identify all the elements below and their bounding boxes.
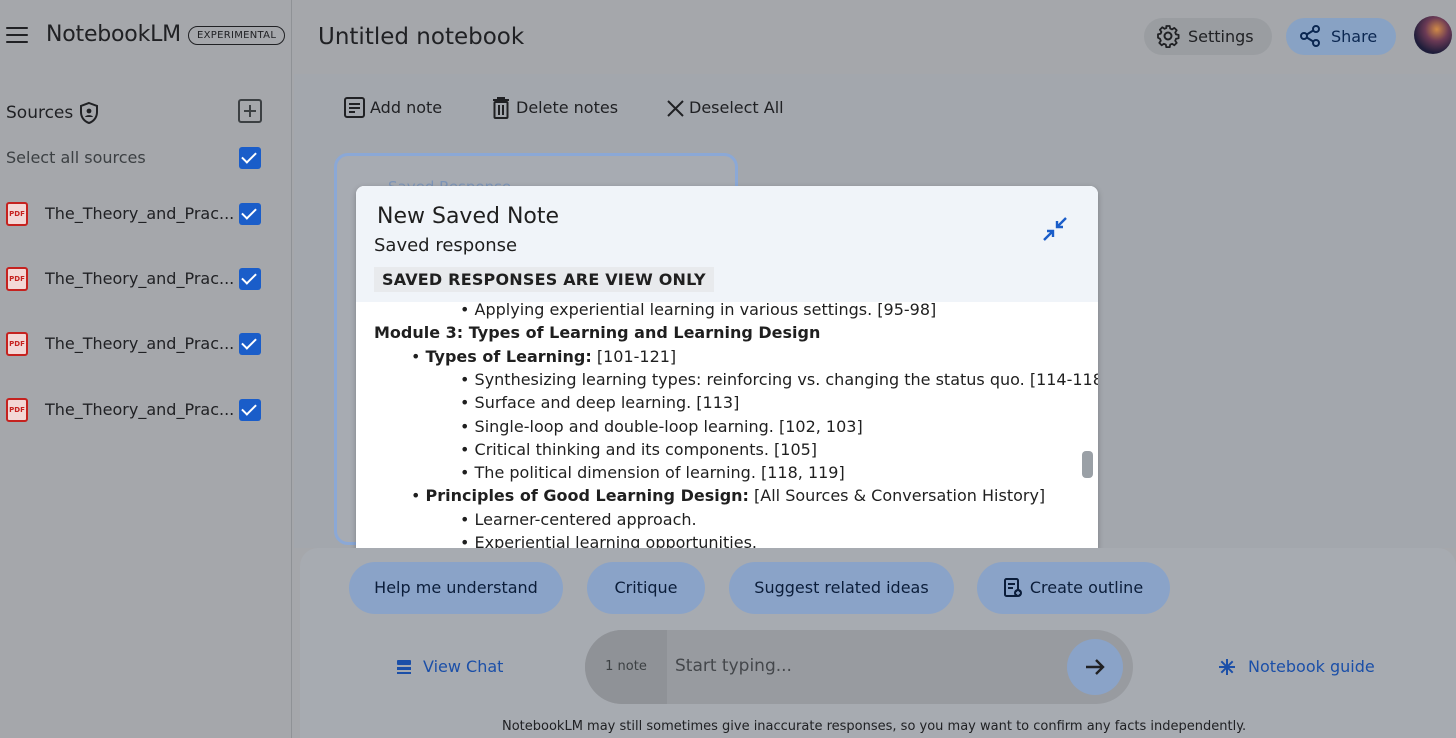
menu-icon[interactable]	[6, 27, 28, 45]
settings-button[interactable]: Settings	[1144, 18, 1272, 55]
sources-heading: Sources	[6, 103, 74, 123]
avatar[interactable]	[1414, 16, 1452, 54]
shield-icon	[80, 101, 98, 125]
source-item[interactable]: PDF The_Theory_and_Prac...	[0, 194, 292, 234]
outline-line-text: [101-121]	[591, 346, 677, 366]
critique-button[interactable]: Critique	[587, 562, 705, 614]
close-icon	[667, 100, 684, 117]
view-only-label: SAVED RESPONSES ARE VIEW ONLY	[374, 267, 714, 292]
bullet: •	[460, 439, 475, 459]
outline-line-text: Single-loop and double-loop learning. [1…	[474, 416, 863, 436]
outline-line-text: Synthesizing learning types: reinforcing…	[474, 369, 1098, 389]
bullet: •	[460, 463, 475, 483]
pdf-icon: PDF	[6, 202, 28, 226]
outline-line: • Synthesizing learning types: reinforci…	[460, 370, 1098, 389]
pdf-icon: PDF	[6, 398, 28, 422]
source-name: The_Theory_and_Prac...	[45, 400, 235, 419]
notebook-guide-label: Notebook guide	[1248, 657, 1375, 676]
modal-title: New Saved Note	[377, 204, 560, 229]
arrow-right-icon	[1086, 659, 1105, 675]
view-chat-label: View Chat	[423, 657, 504, 676]
source-item[interactable]: PDF The_Theory_and_Prac...	[0, 259, 292, 299]
note-count-badge: 1 note	[585, 630, 667, 704]
source-checkbox[interactable]	[239, 333, 261, 355]
disclaimer: NotebookLM may still sometimes give inac…	[502, 719, 1247, 734]
chat-input-bar: 1 note	[585, 630, 1133, 704]
chat-input[interactable]	[675, 652, 1055, 680]
bullet: •	[460, 416, 475, 436]
pdf-icon: PDF	[6, 267, 28, 291]
sparkle-icon	[1219, 659, 1235, 675]
outline-line-text: Surface and deep learning. [113]	[474, 393, 740, 413]
outline-line: • Applying experiential learning in vari…	[460, 300, 936, 319]
note-add-icon	[344, 97, 365, 118]
delete-notes-button[interactable]: Delete notes	[491, 96, 619, 120]
bullet: •	[411, 346, 426, 366]
bullet: •	[460, 369, 475, 389]
source-item[interactable]: PDF The_Theory_and_Prac...	[0, 390, 292, 430]
create-outline-button[interactable]: Create outline	[977, 562, 1170, 614]
outline-line: • Single-loop and double-loop learning. …	[460, 417, 863, 436]
help-me-understand-button[interactable]: Help me understand	[349, 562, 563, 614]
outline-line: • Types of Learning: [101-121]	[411, 347, 676, 366]
outline-line-text: The political dimension of learning. [11…	[474, 463, 845, 483]
share-label: Share	[1331, 27, 1378, 46]
bullet: •	[460, 509, 475, 529]
scrollbar[interactable]	[1082, 451, 1093, 478]
add-source-button[interactable]	[238, 99, 262, 123]
source-name: The_Theory_and_Prac...	[45, 334, 235, 353]
outline-icon	[1004, 578, 1022, 597]
outline-line: • Principles of Good Learning Design: [A…	[411, 486, 1045, 505]
select-all-label: Select all sources	[6, 148, 146, 167]
source-name: The_Theory_and_Prac...	[45, 269, 235, 288]
add-note-button[interactable]: Add note	[344, 96, 444, 120]
view-chat-button[interactable]: View Chat	[396, 657, 506, 677]
delete-notes-label: Delete notes	[516, 98, 619, 117]
source-name: The_Theory_and_Prac...	[45, 204, 235, 223]
outline-line-text: Applying experiential learning in variou…	[474, 300, 937, 319]
outline-line: • Critical thinking and its components. …	[460, 440, 817, 459]
outline-line-text: Critical thinking and its components. [1…	[474, 439, 818, 459]
suggest-related-ideas-button[interactable]: Suggest related ideas	[729, 562, 954, 614]
app-brand: NotebookLM	[46, 22, 181, 47]
bullet: •	[411, 486, 426, 506]
send-button[interactable]	[1067, 639, 1123, 695]
trash-icon	[493, 97, 509, 119]
source-item[interactable]: PDF The_Theory_and_Prac...	[0, 324, 292, 364]
source-checkbox[interactable]	[239, 203, 261, 225]
collapse-icon[interactable]	[1042, 216, 1068, 242]
source-checkbox[interactable]	[239, 268, 261, 290]
outline-line-bold: Principles of Good Learning Design:	[425, 486, 749, 506]
experimental-badge: EXPERIMENTAL	[188, 26, 286, 45]
bullet: •	[460, 393, 475, 413]
bullet: •	[460, 300, 475, 319]
gear-icon	[1157, 25, 1180, 48]
deselect-all-button[interactable]: Deselect All	[665, 96, 785, 120]
chat-icon	[397, 660, 411, 674]
add-note-label: Add note	[370, 98, 443, 117]
outline-line: Module 3: Types of Learning and Learning…	[374, 323, 820, 342]
outline-line: • The political dimension of learning. […	[460, 463, 845, 482]
outline-line-bold: Types of Learning:	[425, 346, 592, 366]
saved-note-modal: New Saved Note Saved response SAVED RESP…	[356, 186, 1098, 560]
settings-label: Settings	[1188, 27, 1254, 46]
modal-subtitle: Saved response	[374, 235, 518, 256]
outline-line-text: [All Sources & Conversation History]	[748, 486, 1046, 506]
outline-line-text: Learner-centered approach.	[474, 509, 697, 529]
outline-line: • Surface and deep learning. [113]	[460, 393, 739, 412]
source-checkbox[interactable]	[239, 399, 261, 421]
outline-line-bold: Module 3: Types of Learning and Learning…	[374, 323, 821, 343]
share-button[interactable]: Share	[1286, 18, 1396, 55]
notebook-guide-button[interactable]: Notebook guide	[1218, 657, 1378, 677]
create-outline-label: Create outline	[1029, 578, 1144, 597]
select-all-checkbox[interactable]	[239, 147, 261, 169]
pdf-icon: PDF	[6, 332, 28, 356]
notebook-title[interactable]: Untitled notebook	[318, 24, 524, 50]
deselect-all-label: Deselect All	[689, 98, 784, 117]
outline-line: • Learner-centered approach.	[460, 510, 697, 529]
share-icon	[1300, 25, 1320, 47]
